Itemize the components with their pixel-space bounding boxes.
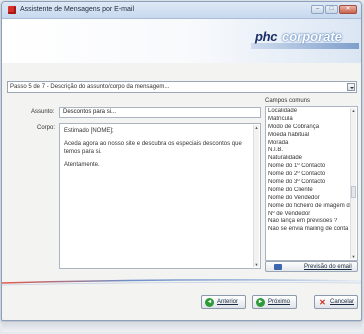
- field-item[interactable]: Modo de Cobrança: [268, 124, 355, 132]
- field-item[interactable]: Nome do Vendedor: [268, 195, 355, 203]
- field-item[interactable]: Naturalidade: [268, 155, 355, 163]
- previous-button-label: Anterior: [217, 299, 239, 305]
- phc-corporate-logo: phc corporate: [251, 29, 359, 57]
- fields-scrollbar[interactable]: ▲ ▼: [350, 108, 356, 259]
- email-preview-button[interactable]: Previsão do email: [265, 261, 358, 272]
- wizard-window: Assistente de Mensagens por E-mail – □ ✕…: [1, 1, 362, 321]
- footer-separator: [2, 277, 361, 287]
- logo-suffix: corporate: [282, 29, 342, 44]
- cancel-button-label: Cancelar: [330, 299, 355, 305]
- window-controls: – □ ✕: [311, 5, 357, 14]
- subject-label: Assunto:: [31, 109, 55, 115]
- app-icon: [8, 6, 16, 14]
- field-item[interactable]: Não se envia mailing de conta c: [268, 226, 355, 234]
- close-icon: ✕: [319, 298, 326, 307]
- email-preview-icon: [274, 264, 282, 270]
- body-greeting: Estimado [NOME];: [64, 128, 114, 134]
- scroll-up-icon[interactable]: ▲: [351, 108, 356, 113]
- window-reflection: [2, 322, 362, 332]
- field-item[interactable]: Nome do 3º Contacto: [268, 179, 355, 187]
- scroll-up-icon[interactable]: ▲: [254, 125, 259, 130]
- field-item[interactable]: Nome do 2º Contacto: [268, 171, 355, 179]
- field-item[interactable]: Moeda habitual: [268, 132, 355, 140]
- next-button[interactable]: ▸ Próximo: [252, 295, 297, 309]
- field-item[interactable]: Nome do Cliente: [268, 187, 355, 195]
- chevron-down-icon[interactable]: [347, 83, 355, 91]
- field-item[interactable]: Matrícula: [268, 116, 355, 124]
- fields-title: Campos comuns: [265, 98, 311, 104]
- step-dropdown-value: Passo 5 de 7 - Descrição do assunto/corp…: [10, 84, 170, 90]
- window-title: Assistente de Mensagens por E-mail: [20, 6, 134, 13]
- logo-prefix: phc: [255, 29, 278, 44]
- scrollbar-thumb[interactable]: [351, 186, 356, 198]
- field-item[interactable]: Localidade: [268, 108, 355, 116]
- body-textarea[interactable]: Estimado [NOME]; Aceda agora ao nosso si…: [59, 123, 261, 269]
- body-scrollbar[interactable]: ▲ ▼: [253, 125, 259, 267]
- maximize-button[interactable]: □: [325, 5, 338, 14]
- arrow-left-icon: ◂: [205, 298, 214, 307]
- fields-list[interactable]: Localidade Matrícula Modo de Cobrança Mo…: [265, 106, 358, 261]
- field-item[interactable]: N.I.B.: [268, 147, 355, 155]
- title-bar[interactable]: Assistente de Mensagens por E-mail – □ ✕: [2, 2, 361, 19]
- email-preview-label: Previsão do email: [304, 264, 352, 270]
- cancel-button[interactable]: ✕ Cancelar: [314, 295, 358, 309]
- previous-button[interactable]: ◂ Anterior: [201, 295, 246, 309]
- wizard-banner: phc corporate: [2, 19, 361, 63]
- body-label: Corpo:: [37, 125, 56, 131]
- scroll-down-icon[interactable]: ▼: [254, 262, 259, 267]
- field-item[interactable]: Nome do 1º Contacto: [268, 163, 355, 171]
- minimize-button[interactable]: –: [311, 5, 324, 14]
- body-message: Aceda agora ao nosso site e descubra os …: [64, 141, 242, 155]
- field-item[interactable]: Morada: [268, 140, 355, 148]
- body-closing: Atentamente.: [64, 162, 100, 168]
- next-button-label: Próximo: [268, 299, 291, 305]
- field-item[interactable]: Não lança em previsões ?: [268, 218, 355, 226]
- field-item[interactable]: Nome do ficheiro de imagem da: [268, 203, 355, 211]
- close-window-button[interactable]: ✕: [339, 5, 357, 14]
- subject-input[interactable]: Descontos para si...: [59, 107, 261, 118]
- arrow-right-icon: ▸: [256, 298, 265, 307]
- body-text: Estimado [NOME]; Aceda agora ao nosso si…: [64, 127, 248, 174]
- field-item[interactable]: Nº de Vendedor: [268, 211, 355, 219]
- step-dropdown[interactable]: Passo 5 de 7 - Descrição do assunto/corp…: [7, 81, 357, 93]
- scroll-down-icon[interactable]: ▼: [351, 254, 356, 259]
